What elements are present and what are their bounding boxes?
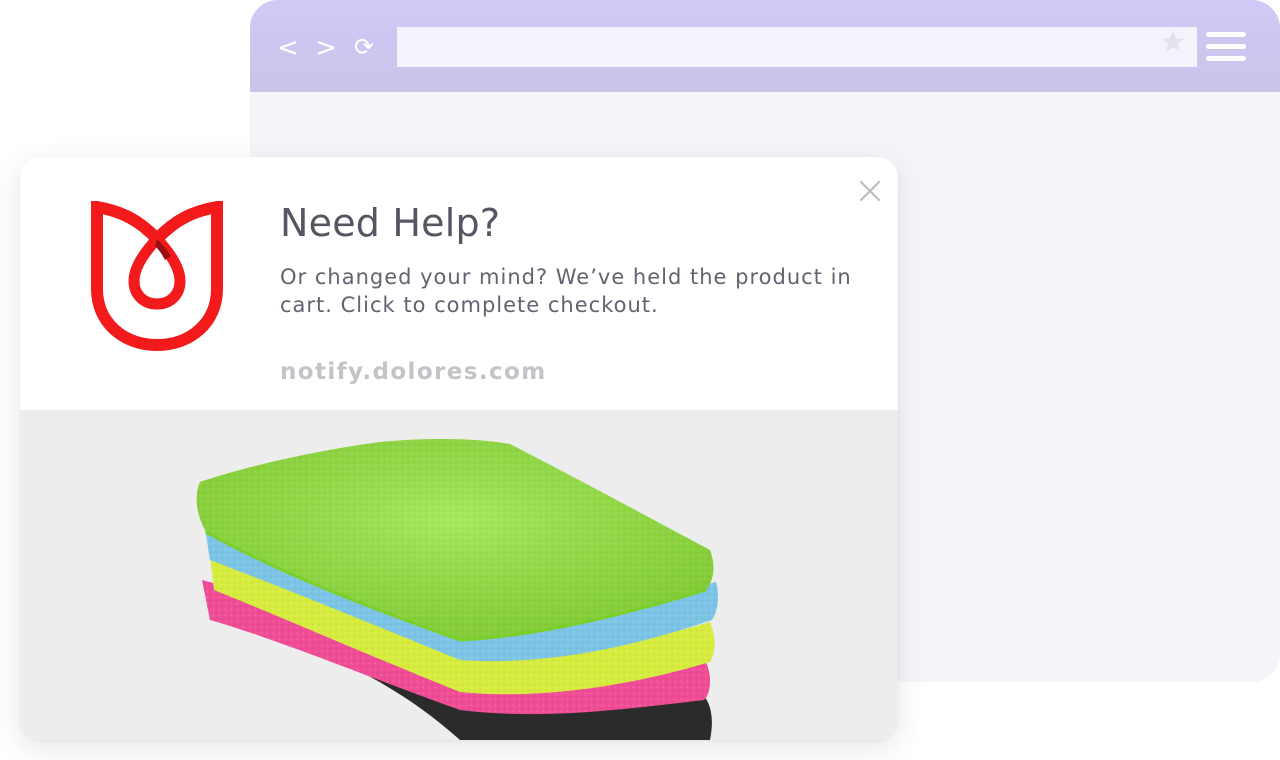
notification-card[interactable]: Need Help? Or changed your mind? We’ve h… [20,157,898,740]
menu-line [1206,44,1246,49]
notification-domain[interactable]: notify.dolores.com [280,359,547,385]
menu-line [1206,32,1246,37]
back-icon[interactable]: < [274,32,302,64]
browser-toolbar: < > ⟳ ★ [250,0,1280,92]
brand-logo [91,201,223,351]
star-icon[interactable]: ★ [1157,28,1189,60]
address-bar[interactable] [397,27,1197,67]
stage: < > ⟳ ★ Need Help? Or changed your mind?… [0,0,1280,760]
menu-line [1206,56,1246,61]
close-icon[interactable] [858,179,882,203]
forward-icon[interactable]: > [312,32,340,64]
reload-icon[interactable]: ⟳ [350,31,378,63]
notification-title: Need Help? [280,201,501,245]
product-image[interactable] [20,410,898,740]
hamburger-menu-icon[interactable] [1206,32,1246,62]
notification-message: Or changed your mind? We’ve held the pro… [280,265,852,317]
